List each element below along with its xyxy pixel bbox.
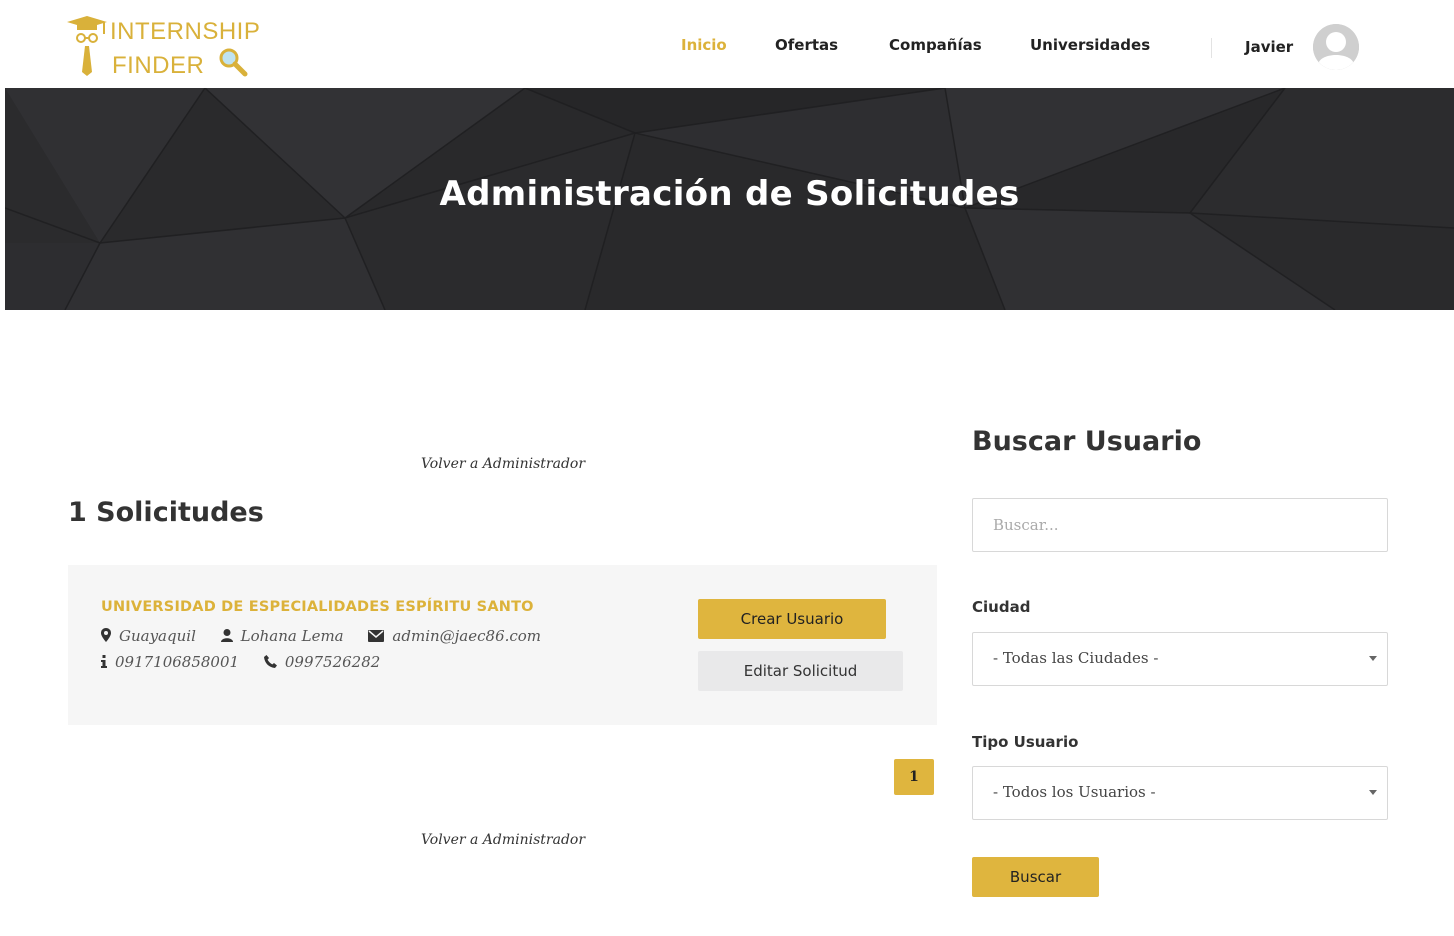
hero-banner: Administración de Solicitudes (5, 88, 1454, 310)
user-icon (220, 629, 233, 642)
request-meta-row-1: Guayaquil Lohana Lema admin@jaec86.com (101, 627, 561, 645)
request-card: UNIVERSIDAD DE ESPECIALIDADES ESPÍRITU S… (68, 565, 937, 725)
search-input[interactable] (973, 499, 1387, 551)
back-to-admin-link-bottom[interactable]: Volver a Administrador (68, 832, 938, 848)
nav-companias[interactable]: Compañías (889, 36, 982, 54)
request-email: admin@jaec86.com (392, 627, 542, 645)
city-item: Guayaquil (101, 627, 196, 645)
nav-ofertas[interactable]: Ofertas (775, 36, 838, 54)
user-name[interactable]: Javier (1245, 38, 1293, 56)
magnifier-icon (219, 48, 248, 77)
logo-wordmark: INTERNSHIP FINDER (110, 18, 261, 79)
graduate-icon (67, 16, 107, 76)
ruc-item: 0917106858001 (101, 653, 239, 671)
search-user-title: Buscar Usuario (972, 426, 1202, 457)
phone-icon (263, 655, 277, 668)
user-avatar[interactable] (1313, 24, 1359, 70)
contact-item: Lohana Lema (220, 627, 344, 645)
university-name[interactable]: UNIVERSIDAD DE ESPECIALIDADES ESPÍRITU S… (101, 599, 534, 615)
map-marker-icon (101, 628, 111, 642)
create-user-button[interactable]: Crear Usuario (698, 599, 886, 639)
request-ruc: 0917106858001 (115, 653, 240, 671)
nav-inicio[interactable]: Inicio (681, 36, 727, 54)
city-select-value: - Todas las Ciudades - (993, 649, 1159, 667)
user-type-label: Tipo Usuario (972, 733, 1079, 751)
pagination-page-1[interactable]: 1 (894, 759, 934, 795)
avatar-icon (1313, 24, 1359, 70)
requests-count-title: 1 Solicitudes (68, 497, 264, 528)
nav-universidades[interactable]: Universidades (1030, 36, 1150, 54)
page-title: Administración de Solicitudes (439, 174, 1020, 214)
search-field (972, 498, 1388, 552)
user-type-select-value: - Todos los Usuarios - (993, 783, 1156, 801)
city-select[interactable]: - Todas las Ciudades - (972, 632, 1388, 686)
info-icon (101, 655, 107, 668)
back-to-admin-link-top[interactable]: Volver a Administrador (68, 456, 938, 472)
internship-finder-logo[interactable]: INTERNSHIP FINDER (66, 16, 266, 79)
edit-request-button[interactable]: Editar Solicitud (698, 651, 903, 691)
request-city: Guayaquil (119, 627, 196, 645)
site-header: INTERNSHIP FINDER Inicio Ofertas Compañí… (0, 0, 1454, 88)
request-contact: Lohana Lema (240, 627, 344, 645)
city-label: Ciudad (972, 598, 1031, 616)
request-phone: 0997526282 (284, 653, 381, 671)
email-item: admin@jaec86.com (368, 627, 541, 645)
phone-item: 0997526282 (263, 653, 381, 671)
user-type-select[interactable]: - Todos los Usuarios - (972, 766, 1388, 820)
nav-divider (1211, 38, 1212, 58)
request-meta-row-2: 0917106858001 0997526282 (101, 653, 400, 671)
chevron-down-icon (1369, 790, 1377, 795)
search-button[interactable]: Buscar (972, 857, 1099, 897)
chevron-down-icon (1369, 656, 1377, 661)
envelope-icon (368, 630, 385, 642)
